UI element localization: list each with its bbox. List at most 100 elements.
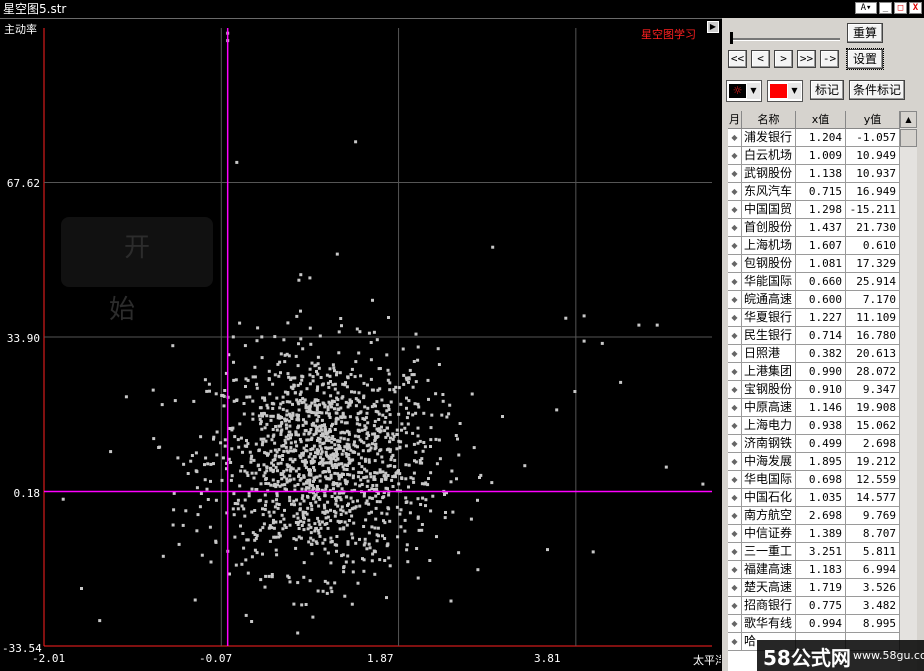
data-point xyxy=(399,402,403,406)
column-header[interactable]: x值 xyxy=(796,111,846,128)
data-point xyxy=(271,458,275,462)
data-point xyxy=(261,507,264,511)
close-button[interactable]: X xyxy=(909,2,922,14)
recalc-button[interactable]: 重算 xyxy=(847,23,883,43)
table-row[interactable]: ◆ 歌华有线 0.994 8.995 xyxy=(728,615,900,633)
table-row[interactable]: ◆ 民生银行 0.714 16.780 xyxy=(728,327,900,345)
scroll-up-icon[interactable]: ▲ xyxy=(900,111,917,128)
column-header[interactable]: 月 xyxy=(728,111,742,128)
data-point xyxy=(311,486,315,490)
data-point xyxy=(260,356,264,360)
table-row[interactable]: ◆ 首创股份 1.437 21.730 xyxy=(728,219,900,237)
table-scrollbar[interactable]: ▲ xyxy=(900,111,917,671)
table-row[interactable]: ◆ 皖通高速 0.600 7.170 xyxy=(728,291,900,309)
data-point xyxy=(378,449,382,453)
chart-corner-label[interactable]: 星空图学习 xyxy=(641,26,696,42)
data-point xyxy=(333,387,337,391)
table-row[interactable]: ◆ 楚天高速 1.719 3.526 xyxy=(728,579,900,597)
data-point xyxy=(409,501,413,505)
data-point xyxy=(233,535,237,539)
table-row[interactable]: ◆ 上港集团 0.990 28.072 xyxy=(728,363,900,381)
y-value: 16.949 xyxy=(846,183,900,200)
minimize-button[interactable]: _ xyxy=(879,2,892,14)
slider-knob[interactable] xyxy=(730,32,733,44)
mark-color-dropdown[interactable]: ▼ xyxy=(767,80,803,102)
data-point xyxy=(447,412,451,416)
data-point xyxy=(258,468,262,472)
table-row[interactable]: ◆ 宝钢股份 0.910 9.347 xyxy=(728,381,900,399)
data-point xyxy=(378,367,382,370)
data-point xyxy=(344,400,348,404)
data-point xyxy=(372,549,376,553)
data-point xyxy=(240,465,244,468)
column-header[interactable]: y值 xyxy=(846,111,900,128)
data-point xyxy=(281,400,285,404)
table-row[interactable]: ◆ 上海电力 0.938 15.062 xyxy=(728,417,900,435)
nav-prev-button[interactable]: < xyxy=(751,50,770,68)
table-row[interactable]: ◆ 招商银行 0.775 3.482 xyxy=(728,597,900,615)
table-row[interactable]: ◆ 中原高速 1.146 19.908 xyxy=(728,399,900,417)
data-point xyxy=(416,402,420,406)
table-row[interactable]: ◆ 中信证券 1.389 8.707 xyxy=(728,525,900,543)
slider-track[interactable] xyxy=(730,38,840,41)
nav-last-button[interactable]: >> xyxy=(797,50,816,68)
data-point xyxy=(365,499,369,503)
data-point xyxy=(291,413,295,417)
table-row[interactable]: ◆ 三一重工 3.251 5.811 xyxy=(728,543,900,561)
scatter-plot-svg[interactable] xyxy=(0,18,722,671)
data-point xyxy=(449,480,453,484)
font-size-button[interactable]: A▾ xyxy=(855,2,877,14)
condition-mark-button[interactable]: 条件标记 xyxy=(849,80,905,100)
data-point xyxy=(321,401,325,405)
nav-jump-button[interactable]: -> xyxy=(820,50,839,68)
table-row[interactable]: ◆ 上海机场 1.607 0.610 xyxy=(728,237,900,255)
table-row[interactable]: ◆ 华夏银行 1.227 11.109 xyxy=(728,309,900,327)
data-point xyxy=(309,448,313,451)
data-point xyxy=(438,457,442,461)
table-row[interactable]: ◆ 中国国贸 1.298 -15.211 xyxy=(728,201,900,219)
data-point xyxy=(367,542,371,546)
data-point xyxy=(315,405,319,409)
data-point xyxy=(281,527,285,531)
start-button[interactable]: 开 始 xyxy=(61,217,213,325)
settings-button[interactable]: 设置 xyxy=(846,48,884,70)
scroll-thumb[interactable] xyxy=(900,129,917,147)
data-point xyxy=(324,435,328,439)
data-point xyxy=(333,463,337,466)
maximize-button[interactable]: □ xyxy=(894,2,907,14)
column-header[interactable]: 名称 xyxy=(742,111,796,128)
expand-icon[interactable]: ▶ xyxy=(707,21,719,33)
data-point xyxy=(177,542,181,546)
data-point xyxy=(287,354,291,358)
table-row[interactable]: ◆ 浦发银行 1.204 -1.057 xyxy=(728,129,900,147)
data-point xyxy=(289,466,293,470)
data-point xyxy=(293,376,297,380)
table-row[interactable]: ◆ 中海发展 1.895 19.212 xyxy=(728,453,900,471)
table-row[interactable]: ◆ 华电国际 0.698 12.559 xyxy=(728,471,900,489)
mark-button[interactable]: 标记 xyxy=(810,80,844,100)
scatter-chart[interactable]: 主动率 星空图学习 ▶ 开 始 67.62 33.90 0.18 -33.54 … xyxy=(0,18,722,671)
table-row[interactable]: ◆ 日照港 0.382 20.613 xyxy=(728,345,900,363)
table-row[interactable]: ◆ 华能国际 0.660 25.914 xyxy=(728,273,900,291)
table-row[interactable]: ◆ 中国石化 1.035 14.577 xyxy=(728,489,900,507)
table-row[interactable]: ◆ 福建高速 1.183 6.994 xyxy=(728,561,900,579)
nav-first-button[interactable]: << xyxy=(728,50,747,68)
data-point xyxy=(255,386,259,390)
stock-table[interactable]: 月 名称 x值 y值 ◆ 浦发银行 1.204 -1.057 ◆ 白云机场 1.009 10.… xyxy=(728,111,900,671)
data-point xyxy=(407,411,410,415)
table-row[interactable]: ◆ 东风汽车 0.715 16.949 xyxy=(728,183,900,201)
data-point xyxy=(302,418,305,422)
data-point xyxy=(377,418,381,421)
table-row[interactable]: ◆ 南方航空 2.698 9.769 xyxy=(728,507,900,525)
data-point xyxy=(288,474,292,478)
table-row[interactable]: ◆ 白云机场 1.009 10.949 xyxy=(728,147,900,165)
table-row[interactable]: ◆ 武钢股份 1.138 10.937 xyxy=(728,165,900,183)
point-color-dropdown[interactable]: ☼ ▼ xyxy=(726,80,762,102)
data-point xyxy=(231,335,235,339)
data-point xyxy=(417,528,421,532)
data-point xyxy=(264,439,268,443)
table-row[interactable]: ◆ 济南钢铁 0.499 2.698 xyxy=(728,435,900,453)
table-row[interactable]: ◆ 包钢股份 1.081 17.329 xyxy=(728,255,900,273)
data-point xyxy=(374,494,378,498)
nav-next-button[interactable]: > xyxy=(774,50,793,68)
